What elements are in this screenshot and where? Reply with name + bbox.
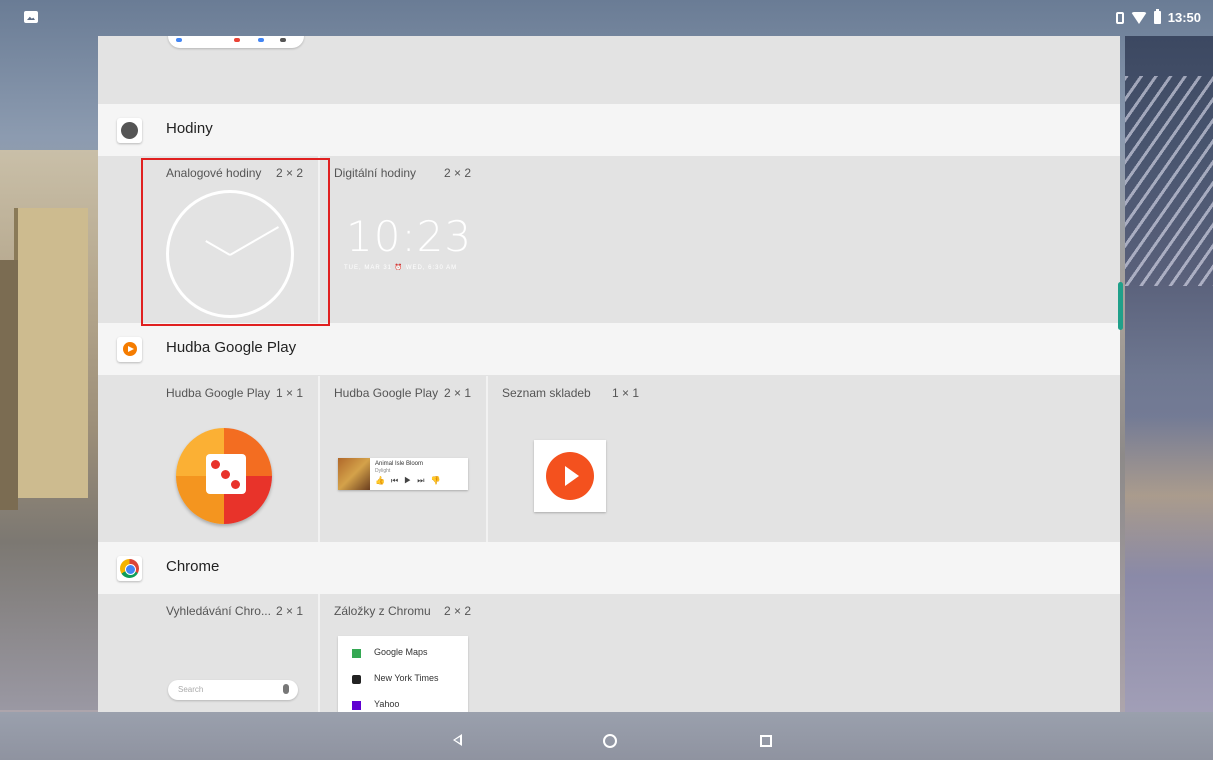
bookmark-label: Yahoo bbox=[374, 699, 400, 709]
battery-icon bbox=[1153, 9, 1161, 24]
widget-name: Hudba Google Play bbox=[166, 386, 271, 400]
google-search-widget-preview[interactable] bbox=[168, 36, 304, 48]
widget-name: Seznam skladeb bbox=[502, 386, 591, 400]
chrome-app-icon bbox=[117, 556, 142, 581]
app-title-clocks: Hodiny bbox=[166, 120, 213, 137]
widget-name: Hudba Google Play bbox=[334, 386, 439, 400]
digital-clock-alarm-line: TUE, MAR 31 ⏰ WED, 6:30 AM bbox=[344, 265, 458, 271]
mini-player-preview: Animal Isle Bloom Dylight 👍⏮▶⏭👎 bbox=[338, 458, 468, 490]
bookmarks-preview: Google Maps New York Times Yahoo bbox=[338, 636, 468, 712]
nyt-icon bbox=[352, 675, 361, 684]
bookmark-item: Yahoo bbox=[338, 692, 468, 712]
widget-playlist[interactable]: Seznam skladeb 1 × 1 bbox=[488, 376, 688, 542]
chrome-search-preview: Search bbox=[168, 680, 298, 700]
back-icon[interactable] bbox=[453, 734, 462, 746]
widget-size: 1 × 1 bbox=[612, 386, 640, 400]
widget-digital-clock[interactable]: Digitální hodiny 2 × 2 10:23 TUE, MAR 31… bbox=[320, 156, 520, 323]
play-music-app-icon bbox=[117, 337, 142, 362]
widget-play-music-1x1[interactable]: Hudba Google Play 1 × 1 bbox=[138, 376, 320, 542]
widget-name: Záložky z Chromu bbox=[334, 604, 431, 618]
status-bar: 13:50 bbox=[0, 0, 1213, 36]
playlist-preview bbox=[534, 440, 606, 512]
track-artist: Dylight bbox=[375, 468, 391, 474]
chrome-widgets-row: Vyhledávání Chro... 2 × 1 Search Záložky… bbox=[98, 594, 1120, 712]
play-music-logo bbox=[176, 428, 272, 524]
wallpaper-left bbox=[0, 150, 98, 710]
bookmark-item: Google Maps bbox=[338, 640, 468, 666]
app-title-chrome: Chrome bbox=[166, 558, 220, 575]
search-placeholder: Search bbox=[178, 685, 204, 694]
assistant-dot-icon bbox=[234, 38, 240, 42]
widget-size: 1 × 1 bbox=[276, 386, 304, 400]
maps-icon bbox=[352, 649, 361, 658]
gallery-notification-icon bbox=[24, 11, 38, 23]
play-circle-icon bbox=[546, 452, 594, 500]
widget-size: 2 × 1 bbox=[276, 604, 304, 618]
widget-chrome-bookmarks[interactable]: Záložky z Chromu 2 × 2 Google Maps New Y… bbox=[320, 594, 520, 712]
widget-name: Digitální hodiny bbox=[334, 166, 417, 180]
mic-icon bbox=[283, 684, 289, 694]
more-dot-icon bbox=[280, 38, 286, 42]
app-header-music: Hudba Google Play bbox=[98, 323, 1120, 375]
widget-play-music-2x1[interactable]: Hudba Google Play 2 × 1 Animal Isle Bloo… bbox=[320, 376, 488, 542]
bookmark-label: New York Times bbox=[374, 673, 439, 683]
app-title-music: Hudba Google Play bbox=[166, 339, 297, 356]
yahoo-icon bbox=[352, 701, 361, 710]
album-art bbox=[338, 458, 370, 490]
widget-chrome-search[interactable]: Vyhledávání Chro... 2 × 1 Search bbox=[138, 594, 320, 712]
bookmark-item: New York Times bbox=[338, 666, 468, 692]
navigation-bar bbox=[0, 712, 1213, 760]
widget-size: 2 × 2 bbox=[444, 604, 472, 618]
wallpaper-right bbox=[1125, 36, 1213, 716]
player-controls-icon: 👍⏮▶⏭👎 bbox=[375, 476, 447, 485]
status-clock: 13:50 bbox=[1167, 10, 1201, 25]
track-title: Animal Isle Bloom bbox=[375, 461, 424, 467]
lens-dot-icon bbox=[258, 38, 264, 42]
clock-app-icon bbox=[117, 118, 142, 143]
widget-size: 2 × 2 bbox=[444, 166, 472, 180]
app-header-clocks: Hodiny bbox=[98, 104, 1120, 156]
vibrate-icon bbox=[1115, 11, 1124, 24]
selection-highlight bbox=[141, 158, 330, 326]
widget-name: Vyhledávání Chro... bbox=[166, 604, 271, 618]
home-icon[interactable] bbox=[603, 734, 617, 748]
music-widgets-row: Hudba Google Play 1 × 1 Hudba Google Pla… bbox=[98, 376, 1120, 542]
app-header-chrome: Chrome bbox=[98, 542, 1120, 594]
bookmark-label: Google Maps bbox=[374, 647, 428, 657]
google-dot-icon bbox=[176, 38, 182, 42]
widget-picker-panel[interactable]: Hodiny Analogové hodiny 2 × 2 Digitální … bbox=[98, 36, 1120, 712]
wifi-icon bbox=[1130, 11, 1147, 24]
digital-clock-time: 10:23 bbox=[346, 212, 473, 261]
recent-apps-icon[interactable] bbox=[760, 735, 772, 747]
scrollbar[interactable] bbox=[1118, 282, 1123, 330]
widget-size: 2 × 1 bbox=[444, 386, 472, 400]
